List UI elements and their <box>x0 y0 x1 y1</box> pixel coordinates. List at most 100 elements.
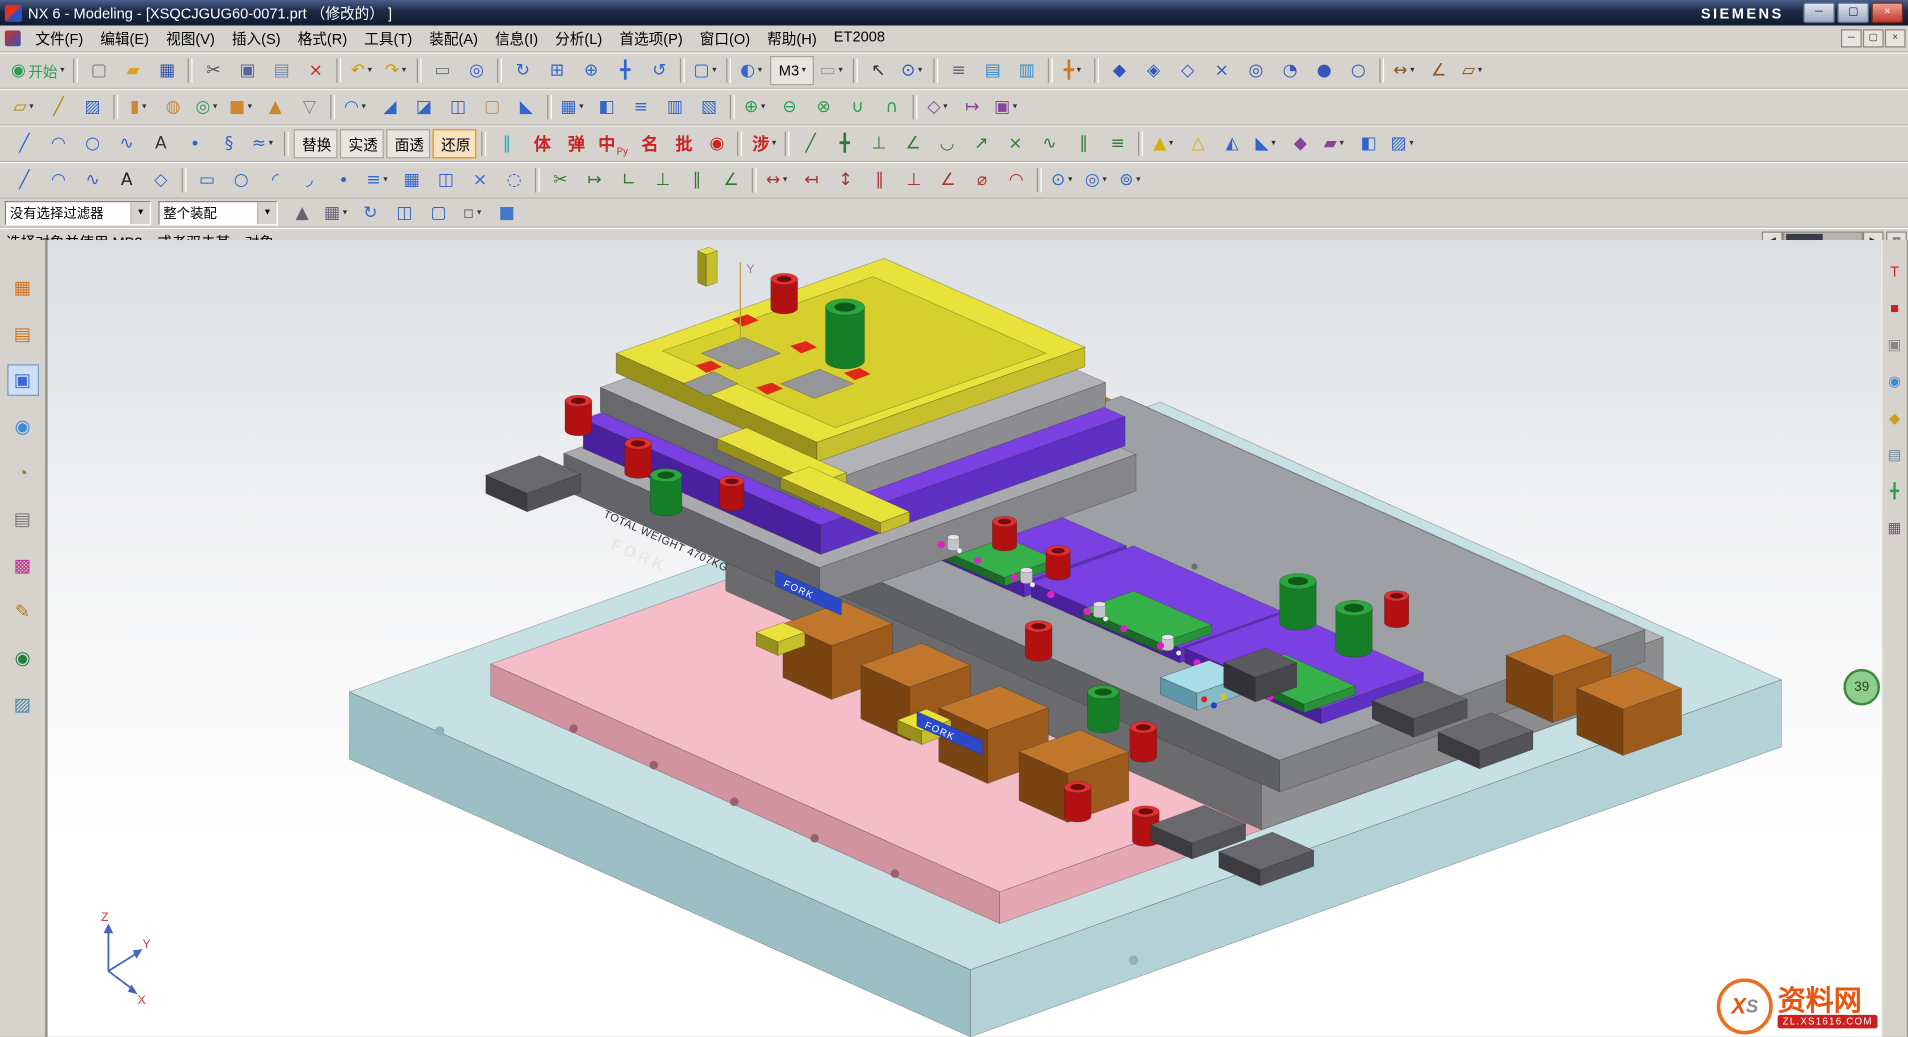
sketch-diag-button[interactable]: ↗ <box>965 129 997 158</box>
operation-navigator-icon[interactable]: ◉ <box>7 411 39 443</box>
edge-blend-button[interactable]: ◠▼ <box>340 93 372 122</box>
move-face-button[interactable]: ↦ <box>956 93 988 122</box>
sew-button[interactable]: ∪ <box>842 93 874 122</box>
circle-tool-1-button[interactable]: ⊙▼ <box>1047 166 1079 195</box>
selection-filter-arrow-icon[interactable]: ▼ <box>130 202 149 224</box>
offset-surface-button[interactable]: ≡ <box>625 93 657 122</box>
quick-trim-button[interactable]: ✂ <box>545 166 577 195</box>
paste-button[interactable]: ▤ <box>266 56 298 85</box>
cut-button[interactable]: ✂ <box>198 56 230 85</box>
solid-translucency-button[interactable]: 实透 <box>340 129 384 158</box>
mdi-document-icon[interactable] <box>5 30 21 46</box>
undo-button[interactable]: ↶▼ <box>346 56 378 85</box>
section-bars-button[interactable]: ‖ <box>491 129 523 158</box>
history-palette-icon[interactable]: ◔ <box>7 457 39 489</box>
zoom-button[interactable]: ⊕ <box>575 56 607 85</box>
dropdown-arrow-icon[interactable]: ▼ <box>475 209 482 216</box>
horizontal-dimension-button[interactable]: ↤ <box>796 166 828 195</box>
dropdown-arrow-icon[interactable]: ▼ <box>366 67 373 74</box>
dropdown-arrow-icon[interactable]: ▼ <box>837 67 844 74</box>
rectangle-select-button[interactable]: ▫▼ <box>457 198 489 227</box>
existing-curve-button[interactable]: ◌ <box>498 166 530 195</box>
inferred-dimension-button[interactable]: ↔▼ <box>761 166 793 195</box>
menu-item-7[interactable]: 装配(A) <box>421 26 487 52</box>
pattern-feature-button[interactable]: ▦▼ <box>557 93 589 122</box>
tooling-diamond-button[interactable]: ◆ <box>1285 129 1317 158</box>
select-face-button[interactable]: ◫ <box>389 198 421 227</box>
sketch-parallel-button[interactable]: ∥ <box>1068 129 1100 158</box>
menu-item-6[interactable]: 工具(T) <box>356 26 421 52</box>
dropdown-arrow-icon[interactable]: ▼ <box>942 104 949 111</box>
constraint-navigator-icon[interactable]: ▤ <box>7 318 39 350</box>
dropdown-arrow-icon[interactable]: ▼ <box>1476 67 1483 74</box>
dropdown-arrow-icon[interactable]: ▼ <box>141 104 148 111</box>
snap-existing-point-button[interactable]: ● <box>1308 56 1340 85</box>
trim-body-button[interactable]: ◪ <box>408 93 440 122</box>
vertical-dimension-button[interactable]: ↕ <box>830 166 862 195</box>
datum-plane-button[interactable]: ▱▼ <box>9 93 41 122</box>
minimize-button[interactable]: ─ <box>1803 2 1835 23</box>
polygon-button[interactable]: ◇ <box>145 166 177 195</box>
dropdown-arrow-icon[interactable]: ▼ <box>360 104 367 111</box>
sketch-angle-button[interactable]: ∠ <box>897 129 929 158</box>
delete-button[interactable]: × <box>300 56 332 85</box>
select-body-button[interactable]: ▢ <box>423 198 455 227</box>
background-button[interactable]: ▭▼ <box>816 56 848 85</box>
curve-more-button[interactable]: ≈▼ <box>247 129 279 158</box>
dropdown-arrow-icon[interactable]: ▼ <box>246 104 253 111</box>
interference-text-button[interactable]: 涉▼ <box>747 129 780 158</box>
dropdown-arrow-icon[interactable]: ▼ <box>1338 140 1345 147</box>
mdi-close-button[interactable]: × <box>1885 29 1906 47</box>
draft-button[interactable]: ◣ <box>511 93 543 122</box>
dropdown-arrow-icon[interactable]: ▼ <box>1011 104 1018 111</box>
point-button[interactable]: ∙ <box>179 129 211 158</box>
sketch-cross-button[interactable]: × <box>1000 129 1032 158</box>
snap-quadrant-button[interactable]: ◔ <box>1274 56 1306 85</box>
measure-distance-button[interactable]: ↔▼ <box>1389 56 1421 85</box>
refresh-button[interactable]: ↻ <box>507 56 539 85</box>
start-button[interactable]: ◉开始▼ <box>9 56 69 85</box>
radius-dimension-button[interactable]: ◠ <box>1000 166 1032 195</box>
print-button[interactable]: ▭ <box>427 56 459 85</box>
dropdown-arrow-icon[interactable]: ▼ <box>1075 67 1082 74</box>
selection-arrow-button[interactable]: ↖ <box>862 56 894 85</box>
circle-tool-3-button[interactable]: ⊚▼ <box>1115 166 1147 195</box>
spline-button[interactable]: ∿ <box>77 166 109 195</box>
sketch-line-button[interactable]: ╱ <box>795 129 827 158</box>
text-curve-button[interactable]: A <box>145 129 177 158</box>
snap-mid-point-button[interactable]: ◈ <box>1138 56 1170 85</box>
view-m3-button[interactable]: M3▼ <box>770 56 813 85</box>
curve-circle-button[interactable]: ○ <box>77 129 109 158</box>
dropdown-arrow-icon[interactable]: ▼ <box>756 67 763 74</box>
point-sketch-button[interactable]: ∙ <box>328 166 360 195</box>
block-button[interactable]: ■▼ <box>225 93 257 122</box>
select-highlight-button[interactable]: ▲ <box>286 198 318 227</box>
tooling-triangle-button[interactable]: ▲▼ <box>1148 129 1180 158</box>
menu-item-3[interactable]: 视图(V) <box>158 26 224 52</box>
dropdown-arrow-icon[interactable]: ▼ <box>28 104 35 111</box>
wcs-dynamics-button[interactable]: ╋▼ <box>1057 56 1089 85</box>
system-scenes-icon[interactable]: ▨ <box>7 688 39 720</box>
menu-item-1[interactable]: 文件(F) <box>27 26 92 52</box>
subtract-button[interactable]: ⊖ <box>774 93 806 122</box>
menu-item-4[interactable]: 插入(S) <box>223 26 289 52</box>
auto-constrain-button[interactable]: ∥ <box>681 166 713 195</box>
selection-filter-combo[interactable]: 没有选择过滤器 ▼ <box>5 200 151 224</box>
menu-item-5[interactable]: 格式(R) <box>289 26 356 52</box>
dropdown-arrow-icon[interactable]: ▼ <box>400 67 407 74</box>
fillet-sketch-button[interactable]: ◜ <box>260 166 292 195</box>
plus-tool-icon[interactable]: ╋ <box>1882 479 1906 503</box>
touch-mode-icon[interactable]: T <box>1882 260 1906 284</box>
snapshot-button[interactable]: ▦▼ <box>320 198 352 227</box>
dropdown-arrow-icon[interactable]: ▼ <box>1270 140 1277 147</box>
dropdown-arrow-icon[interactable]: ▼ <box>781 177 788 184</box>
copy-button[interactable]: ▣ <box>232 56 264 85</box>
sketch-button[interactable]: ▨ <box>77 93 109 122</box>
refresh-selection-button[interactable]: ↻ <box>355 198 387 227</box>
tooling-shade-button[interactable]: ▨▼ <box>1387 129 1419 158</box>
dropdown-arrow-icon[interactable]: ▼ <box>771 140 778 147</box>
show-constraints-button[interactable]: ∠ <box>715 166 747 195</box>
unite-button[interactable]: ⊕▼ <box>740 93 772 122</box>
intersection-point-button[interactable]: × <box>464 166 496 195</box>
new-button[interactable]: ▢ <box>83 56 115 85</box>
